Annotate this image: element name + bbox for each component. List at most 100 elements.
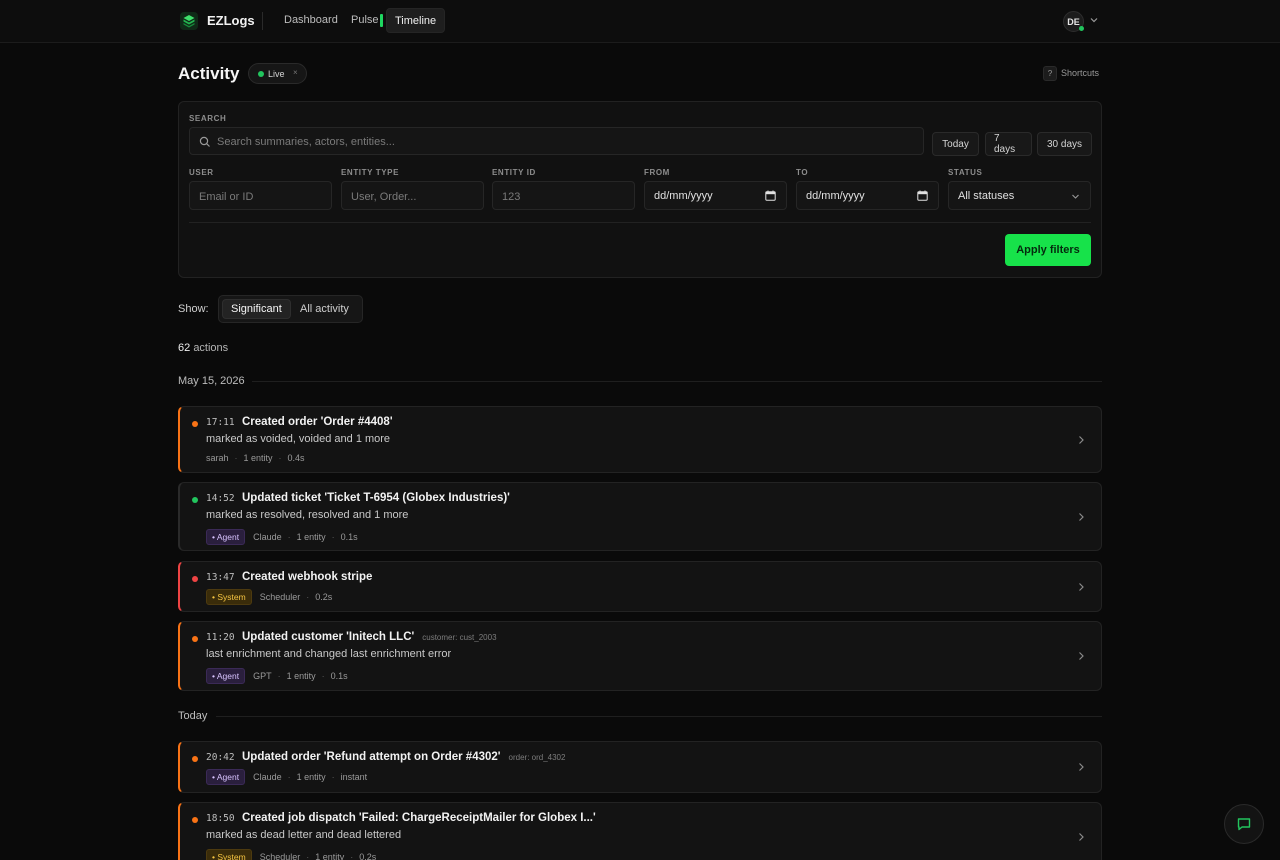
activity-subtitle: marked as resolved, resolved and 1 more: [206, 509, 409, 521]
chevron-right-icon[interactable]: [1077, 582, 1085, 592]
chevron-down-icon[interactable]: [1089, 15, 1099, 25]
activity-card[interactable]: 14:52 Updated ticket 'Ticket T-6954 (Glo…: [178, 482, 1102, 551]
activity-title-text: Created job dispatch 'Failed: ChargeRece…: [242, 812, 596, 824]
meta-separator: ·: [234, 453, 238, 463]
activity-entities: 1 entity: [296, 532, 326, 542]
activity-title-text: Created order 'Order #4408': [242, 416, 393, 428]
live-close-icon[interactable]: ×: [293, 68, 298, 77]
apply-filters-button[interactable]: Apply filters: [1005, 234, 1091, 266]
status-dot: [192, 756, 198, 762]
activity-card[interactable]: 17:11 Created order 'Order #4408' marked…: [178, 406, 1102, 473]
activity-meta: • System Scheduler · 0.2s: [206, 589, 332, 605]
activity-actor: Claude: [253, 772, 282, 782]
shortcuts-link[interactable]: Shortcuts: [1061, 68, 1099, 78]
activity-title: Updated customer 'Initech LLC' customer: …: [242, 631, 497, 643]
activity-meta: • System Scheduler · 1 entity · 0.2s: [206, 849, 376, 860]
activity-entities: 1 entity: [286, 671, 316, 681]
live-dot: [258, 71, 264, 77]
to-label: TO: [796, 168, 809, 177]
date-group-rule: [252, 381, 1102, 382]
agent-badge: • Agent: [206, 769, 246, 785]
activity-title: Created webhook stripe: [242, 571, 372, 583]
nav-link-timeline[interactable]: Timeline: [386, 8, 446, 33]
activity-card[interactable]: 18:50 Created job dispatch 'Failed: Char…: [178, 802, 1102, 860]
chevron-right-icon[interactable]: [1077, 832, 1085, 842]
actions-count-suffix: actions: [193, 342, 229, 354]
from-label: FROM: [644, 168, 670, 177]
entity-id-label: ENTITY ID: [492, 168, 536, 177]
meta-separator: ·: [350, 852, 354, 860]
nav-divider: [262, 12, 263, 30]
chat-button[interactable]: [1224, 804, 1264, 844]
search-label: SEARCH: [189, 114, 227, 123]
chevron-right-icon[interactable]: [1077, 762, 1085, 772]
activity-title: Updated ticket 'Ticket T-6954 (Globex In…: [242, 492, 510, 504]
activity-time: 14:52: [206, 493, 235, 504]
entity-id-input[interactable]: [502, 189, 622, 205]
agent-badge-label: Agent: [216, 532, 240, 542]
activity-card[interactable]: 13:47 Created webhook stripe • System Sc…: [178, 561, 1102, 612]
shortcuts-key-icon[interactable]: ?: [1043, 66, 1057, 81]
activity-actor: Scheduler: [259, 852, 301, 860]
status-dot: [192, 817, 198, 823]
activity-title-text: Updated customer 'Initech LLC': [242, 631, 415, 643]
cube-logo-icon[interactable]: [180, 12, 198, 30]
chevron-right-icon[interactable]: [1077, 512, 1085, 522]
activity-time: 18:50: [206, 813, 235, 824]
activity-entities: 1 entity: [243, 453, 273, 463]
avatar-initials: DE: [1067, 16, 1080, 27]
entity-type-label: ENTITY TYPE: [341, 168, 400, 177]
system-badge: • System: [206, 849, 252, 860]
search-input[interactable]: [217, 134, 907, 150]
actions-count: 62 actions: [178, 342, 228, 354]
agent-badge: • Agent: [206, 668, 246, 684]
activity-duration: instant: [340, 772, 368, 782]
range-today-button[interactable]: Today: [932, 132, 979, 156]
system-badge-label: System: [217, 852, 246, 860]
meta-separator: ·: [278, 453, 282, 463]
entity-type-field[interactable]: [341, 181, 484, 210]
entity-id-field[interactable]: [492, 181, 635, 210]
user-input[interactable]: [199, 189, 319, 205]
activity-card[interactable]: 20:42 Updated order 'Refund attempt on O…: [178, 741, 1102, 793]
status-select[interactable]: All statuses: [948, 181, 1091, 210]
meta-separator: ·: [321, 671, 325, 681]
chevron-right-icon[interactable]: [1077, 651, 1085, 661]
activity-title: Created job dispatch 'Failed: ChargeRece…: [242, 812, 596, 824]
live-label: Live: [268, 69, 285, 79]
meta-separator: ·: [306, 852, 310, 860]
range-7-days-button[interactable]: 7 days: [985, 132, 1032, 156]
activity-meta: • Agent Claude · 1 entity · 0.1s: [206, 529, 358, 545]
live-badge[interactable]: Live ×: [248, 63, 307, 84]
activity-duration: 0.2s: [315, 592, 333, 602]
show-significant-option[interactable]: Significant: [222, 299, 291, 319]
page-title: Activity: [178, 64, 240, 83]
activity-title-text: Updated order 'Refund attempt on Order #…: [242, 751, 501, 763]
activity-meta: sarah · 1 entity · 0.4s: [206, 453, 305, 463]
entity-type-input[interactable]: [351, 189, 471, 205]
from-date-field[interactable]: dd/mm/yyyy: [644, 181, 787, 210]
status-dot: [192, 421, 198, 427]
show-all-activity-option[interactable]: All activity: [292, 299, 357, 319]
search-box[interactable]: [189, 127, 924, 155]
status-dot: [192, 636, 198, 642]
meta-separator: ·: [287, 532, 291, 542]
activity-time: 20:42: [206, 752, 235, 763]
chevron-right-icon[interactable]: [1077, 435, 1085, 445]
activity-time: 13:47: [206, 572, 235, 583]
date-group-rule: [216, 716, 1102, 717]
nav-link-dashboard[interactable]: Dashboard: [276, 8, 346, 33]
agent-badge-label: Agent: [216, 671, 240, 681]
date-group-heading: May 15, 2026: [178, 375, 245, 387]
activity-card[interactable]: 11:20 Updated customer 'Initech LLC' cust…: [178, 621, 1102, 691]
from-date-value: dd/mm/yyyy: [654, 190, 713, 202]
range-30-days-button[interactable]: 30 days: [1037, 132, 1092, 156]
meta-separator: ·: [287, 772, 291, 782]
user-field[interactable]: [189, 181, 332, 210]
calendar-icon[interactable]: [765, 190, 776, 201]
activity-meta: • Agent GPT · 1 entity · 0.1s: [206, 668, 348, 684]
to-date-field[interactable]: dd/mm/yyyy: [796, 181, 939, 210]
brand-name[interactable]: EZLogs: [207, 13, 255, 28]
calendar-icon[interactable]: [917, 190, 928, 201]
activity-title-text: Created webhook stripe: [242, 571, 373, 583]
